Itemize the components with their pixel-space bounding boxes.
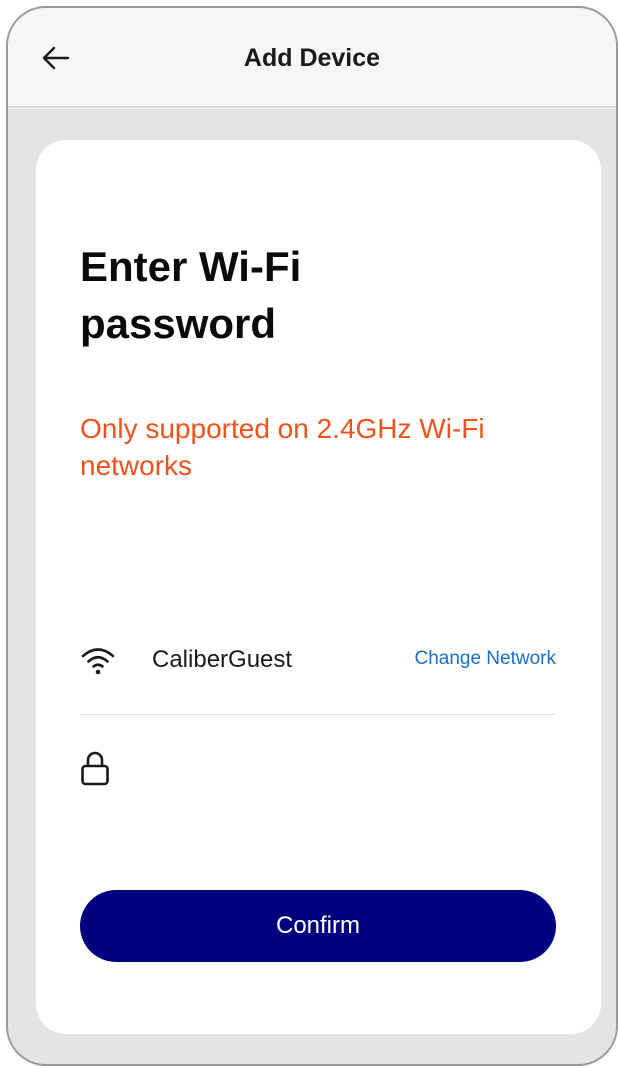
wifi-card: Enter Wi-Fi password Only supported on 2… (36, 140, 601, 1034)
network-name: CaliberGuest (152, 646, 293, 673)
password-input[interactable] (140, 750, 554, 790)
page-title: Add Device (243, 44, 381, 72)
network-row: CaliberGuest Change Network (80, 640, 556, 680)
divider (80, 714, 556, 715)
frequency-warning: Only supported on 2.4GHz Wi-Fi networks (80, 413, 485, 481)
card-title: Enter Wi-Fi password (80, 243, 302, 347)
wifi-icon (81, 648, 115, 675)
lock-icon (81, 751, 109, 786)
app-header: Add Device (8, 8, 616, 107)
confirm-button[interactable]: Confirm (80, 890, 556, 962)
change-network-link[interactable]: Change Network (414, 648, 556, 670)
phone-frame: Add Device Enter Wi-Fi password Only sup… (6, 6, 618, 1066)
password-row (80, 748, 556, 792)
